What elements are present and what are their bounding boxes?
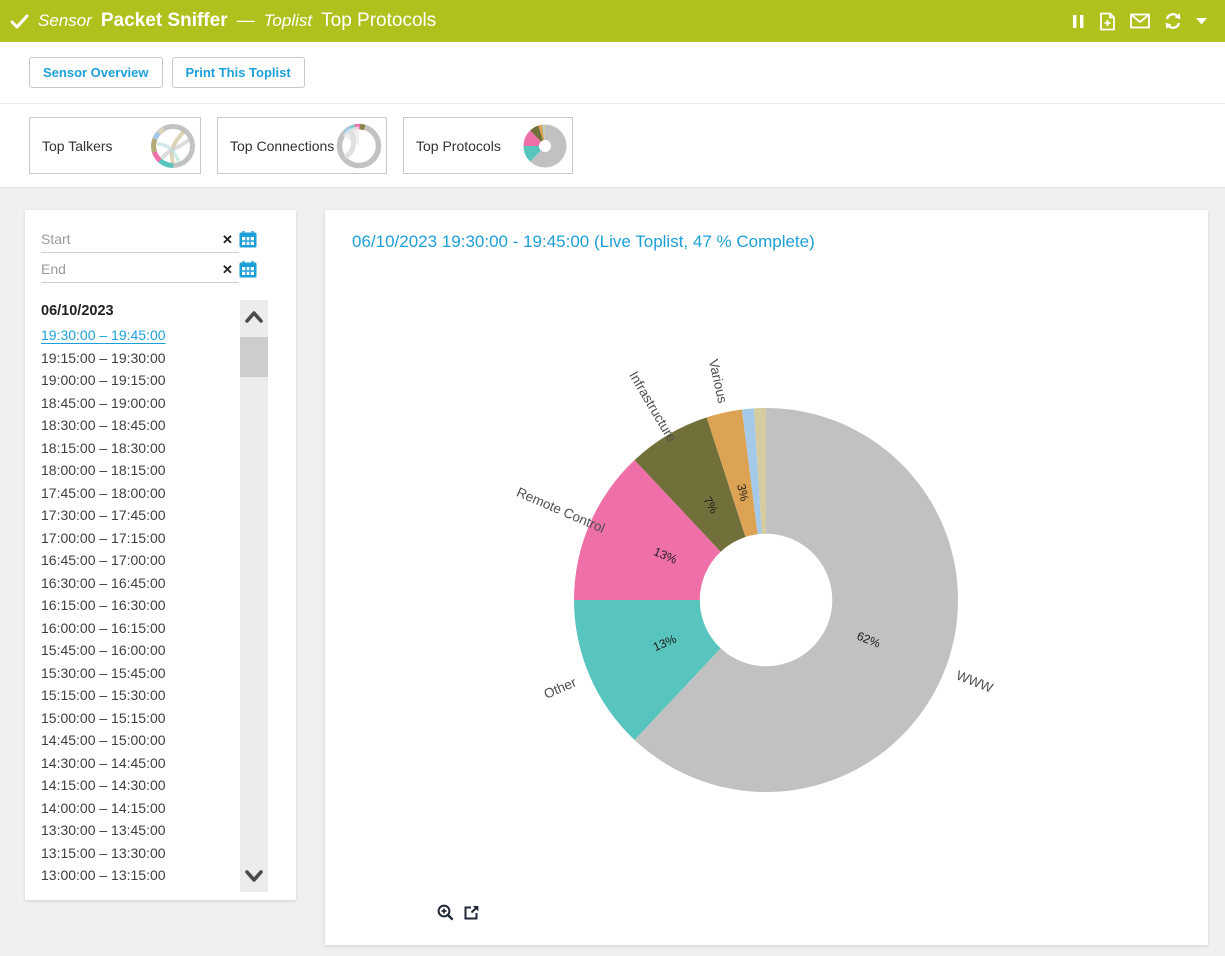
object-type-label: Sensor xyxy=(38,11,92,31)
interval-item[interactable]: 18:15:00 – 18:30:00 xyxy=(41,437,231,460)
interval-list: 19:30:00 – 19:45:0019:15:00 – 19:30:0019… xyxy=(41,324,231,887)
interval-item[interactable]: 17:00:00 – 17:15:00 xyxy=(41,527,231,550)
chevron-down-icon[interactable] xyxy=(240,864,268,888)
zoom-in-icon[interactable] xyxy=(437,904,454,921)
slice-label: Remote Control xyxy=(514,484,607,535)
section-label: Toplist xyxy=(264,11,313,31)
tab-label: Top Connections xyxy=(230,138,335,154)
slice-label: Various xyxy=(706,358,730,405)
protocols-donut-chart: 62%WWW13%Other13%Remote Control7%Infrast… xyxy=(325,260,1208,900)
check-icon xyxy=(10,13,29,30)
interval-item[interactable]: 18:30:00 – 18:45:00 xyxy=(41,414,231,437)
top-section: Sensor Overview Print This Toplist Top T… xyxy=(0,42,1225,188)
caret-down-icon[interactable] xyxy=(1196,18,1207,25)
interval-item[interactable]: 17:30:00 – 17:45:00 xyxy=(41,504,231,527)
slice-label: WWW xyxy=(954,668,995,696)
start-date-input[interactable] xyxy=(41,231,222,247)
refresh-icon[interactable] xyxy=(1163,12,1183,30)
clear-icon[interactable]: ✕ xyxy=(222,233,233,246)
interval-item[interactable]: 13:15:00 – 13:30:00 xyxy=(41,842,231,865)
tab-label: Top Protocols xyxy=(416,138,521,154)
chord-diagram-icon xyxy=(149,122,197,170)
interval-item[interactable]: 14:15:00 – 14:30:00 xyxy=(41,774,231,797)
sensor-name[interactable]: Packet Sniffer xyxy=(101,10,228,32)
interval-item[interactable]: 16:45:00 – 17:00:00 xyxy=(41,549,231,572)
clear-icon[interactable]: ✕ xyxy=(222,263,233,276)
donut-chart-icon xyxy=(521,122,569,170)
interval-item[interactable]: 19:30:00 – 19:45:00 xyxy=(41,324,231,347)
interval-date-header: 06/10/2023 xyxy=(41,303,114,319)
interval-item[interactable]: 13:30:00 – 13:45:00 xyxy=(41,819,231,842)
chevron-up-icon[interactable] xyxy=(240,304,268,328)
interval-item[interactable]: 16:00:00 – 16:15:00 xyxy=(41,617,231,640)
calendar-icon[interactable] xyxy=(239,231,257,248)
tab-top-protocols[interactable]: Top Protocols xyxy=(403,117,573,174)
header-separator: — xyxy=(237,10,255,31)
interval-item[interactable]: 18:45:00 – 19:00:00 xyxy=(41,392,231,415)
chart-title: 06/10/2023 19:30:00 - 19:45:00 (Live Top… xyxy=(352,232,815,252)
toplist-filter-panel: ✕ ✕ 06/10/2023 19:30:00 – 19:45:0019:15:… xyxy=(25,210,296,900)
end-date-row: ✕ xyxy=(41,256,239,283)
calendar-icon[interactable] xyxy=(239,261,257,278)
toplist-chart-panel: 06/10/2023 19:30:00 - 19:45:00 (Live Top… xyxy=(325,210,1208,945)
divider xyxy=(0,103,1225,104)
page-title: Top Protocols xyxy=(321,10,436,32)
interval-item[interactable]: 19:15:00 – 19:30:00 xyxy=(41,347,231,370)
interval-item[interactable]: 19:00:00 – 19:15:00 xyxy=(41,369,231,392)
end-date-input[interactable] xyxy=(41,261,222,277)
interval-item[interactable]: 16:15:00 – 16:30:00 xyxy=(41,594,231,617)
print-toplist-button[interactable]: Print This Toplist xyxy=(172,57,305,88)
slice-label: Infrastructure xyxy=(626,369,679,445)
tab-top-talkers[interactable]: Top Talkers xyxy=(29,117,201,174)
interval-item[interactable]: 14:45:00 – 15:00:00 xyxy=(41,729,231,752)
interval-item[interactable]: 18:00:00 – 18:15:00 xyxy=(41,459,231,482)
open-external-icon[interactable] xyxy=(463,904,480,921)
scrollbar-thumb[interactable] xyxy=(240,337,268,377)
interval-item[interactable]: 15:45:00 – 16:00:00 xyxy=(41,639,231,662)
slice-label: Other xyxy=(542,674,579,701)
chord-diagram-icon xyxy=(335,122,383,170)
interval-item[interactable]: 14:30:00 – 14:45:00 xyxy=(41,752,231,775)
add-report-icon[interactable] xyxy=(1098,12,1117,31)
scrollbar-track[interactable] xyxy=(240,300,268,892)
start-date-row: ✕ xyxy=(41,226,239,253)
app-header: Sensor Packet Sniffer — Toplist Top Prot… xyxy=(0,0,1225,42)
interval-item[interactable]: 13:00:00 – 13:15:00 xyxy=(41,864,231,887)
sensor-overview-button[interactable]: Sensor Overview xyxy=(29,57,163,88)
interval-item[interactable]: 15:15:00 – 15:30:00 xyxy=(41,684,231,707)
pause-icon[interactable] xyxy=(1072,13,1085,30)
email-icon[interactable] xyxy=(1130,13,1150,29)
tab-top-connections[interactable]: Top Connections xyxy=(217,117,387,174)
tab-label: Top Talkers xyxy=(42,138,149,154)
interval-item[interactable]: 15:30:00 – 15:45:00 xyxy=(41,662,231,685)
interval-item[interactable]: 17:45:00 – 18:00:00 xyxy=(41,482,231,505)
interval-item[interactable]: 14:00:00 – 14:15:00 xyxy=(41,797,231,820)
interval-item[interactable]: 16:30:00 – 16:45:00 xyxy=(41,572,231,595)
interval-item[interactable]: 15:00:00 – 15:15:00 xyxy=(41,707,231,730)
